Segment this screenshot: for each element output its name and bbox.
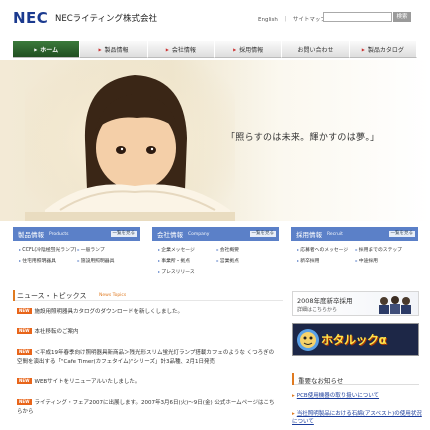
new-badge: NEW [17, 399, 32, 405]
new-badge: NEW [17, 308, 32, 314]
nav-label: 製品カタログ [367, 46, 404, 54]
search-input[interactable] [323, 12, 392, 22]
nav-contact[interactable]: お問い合わせ [282, 41, 350, 58]
arrow-icon: ▶ [165, 46, 169, 52]
products-panel: 製品情報 Products 一覧を見る CCFL(冷陰極蛍光ランプ) 一般ランプ… [13, 227, 140, 267]
news-header: ニュース・トピックス News Topics [13, 290, 283, 301]
util-divider: ｜ [282, 17, 289, 23]
site-header: NEC NECライティング株式会社 English ｜ サイトマップ 検索 [0, 0, 430, 36]
news-item[interactable]: NEW 施設用照明器具カタログのダウンロードを新しくしました。 [17, 308, 279, 317]
hero-banner: 「照らすのは未来。輝かすのは夢。」 [0, 60, 430, 221]
new-badge: NEW [17, 328, 32, 334]
nav-home[interactable]: ▶ ホーム [13, 41, 81, 58]
nav-products[interactable]: ▶ 製品情報 [80, 41, 148, 58]
products-sub: Products [49, 231, 69, 237]
recruit-list: 応募者へのメッセージ 採用までのステップ 新卒採用 中途採用 [291, 241, 418, 267]
news-text: ＜平成19年春季向け照明器具新商品＞残光形スリム蛍光灯ランプ搭載カフェのような … [17, 350, 275, 365]
hotaluck-logo: ホタルックα [321, 333, 387, 347]
products-item[interactable]: 住宅用照明器具 [19, 256, 78, 267]
recruit-2008-banner[interactable]: 2008年度新卒採用 詳細はこちらから [292, 291, 419, 316]
company-item[interactable]: 事業所・拠点 [158, 256, 217, 267]
new-badge: NEW [17, 378, 32, 384]
news-text: WEBサイトをリニューアルいたしました。 [34, 379, 141, 385]
bullet-icon: ▸ [292, 411, 295, 417]
company-item[interactable]: 企業メッセージ [158, 245, 217, 256]
products-header: 製品情報 Products 一覧を見る [13, 227, 140, 241]
company-item[interactable]: 営業拠点 [217, 256, 276, 267]
notice-link[interactable]: ▸ 当社照明製品における石綿(アスベスト)の使用状況について [292, 410, 422, 426]
products-item[interactable]: 一般ランプ [78, 245, 137, 256]
hotaluck-banner[interactable]: ホタルックα [292, 323, 419, 356]
recruit-panel: 採用情報 Recruit 一覧を見る 応募者へのメッセージ 採用までのステップ … [291, 227, 418, 267]
hero-tagline: 「照らすのは未来。輝かすのは夢。」 [226, 133, 380, 143]
notice-text: PCB使用機器の取り扱いについて [296, 393, 380, 399]
character-icon [297, 329, 319, 351]
company-list: 企業メッセージ 会社概要 事業所・拠点 営業拠点 プレスリリース [152, 241, 279, 278]
notice-link[interactable]: ▸ PCB使用機器の取り扱いについて [292, 392, 422, 400]
banner-recruit-sub: 詳細はこちらから [297, 307, 338, 313]
sitemap-link[interactable]: サイトマップ [293, 17, 326, 23]
arrow-icon: ▶ [98, 46, 102, 52]
english-link[interactable]: English [258, 17, 278, 23]
search-button[interactable]: 検索 [393, 12, 411, 22]
global-nav: ▶ ホーム ▶ 製品情報 ▶ 会社情報 ▶ 採用情報 お問い合わせ ▶ 製品カタログ [13, 41, 417, 58]
products-title: 製品情報 [18, 231, 44, 239]
recruit-item[interactable]: 新卒採用 [297, 256, 356, 267]
news-item[interactable]: NEW WEBサイトをリニューアルいたしました。 [17, 378, 279, 387]
bullet-icon: ▸ [292, 393, 295, 399]
company-more-link[interactable]: 一覧を見る [249, 231, 276, 237]
company-panel: 会社情報 Company 一覧を見る 企業メッセージ 会社概要 事業所・拠点 営… [152, 227, 279, 278]
products-item[interactable]: 施設用照明器具 [78, 256, 137, 267]
news-subtitle: News Topics [99, 293, 127, 298]
news-item[interactable]: NEW ライティング・フェア2007に出展します。2007年3月6日(火)～9日(… [17, 399, 279, 417]
girl-photo [25, 60, 235, 221]
recruit-item[interactable]: 採用までのステップ [356, 245, 415, 256]
arrow-icon: ▶ [361, 46, 365, 52]
company-header: 会社情報 Company 一覧を見る [152, 227, 279, 241]
nav-label: 製品情報 [104, 46, 129, 54]
nav-label: ホーム [40, 46, 59, 54]
nec-logo[interactable]: NEC [13, 9, 48, 27]
news-accent-bar [13, 290, 15, 301]
recruit-sub: Recruit [327, 231, 343, 237]
notice-accent-bar [292, 373, 294, 385]
company-item[interactable]: 会社概要 [217, 245, 276, 256]
people-photo [379, 296, 411, 314]
notice-header: 重要なお知らせ [292, 373, 419, 385]
company-title: 会社情報 [157, 231, 183, 239]
news-text: 本社移転のご案内 [34, 329, 79, 335]
utility-links: English ｜ サイトマップ [258, 15, 329, 23]
products-list: CCFL(冷陰極蛍光ランプ) 一般ランプ 住宅用照明器具 施設用照明器具 [13, 241, 140, 267]
nav-recruit[interactable]: ▶ 採用情報 [214, 41, 283, 58]
new-badge: NEW [17, 349, 32, 355]
products-item[interactable]: CCFL(冷陰極蛍光ランプ) [19, 245, 78, 256]
arrow-icon: ▶ [233, 46, 237, 52]
notice-text: 当社照明製品における石綿(アスベスト)の使用状況について [292, 411, 422, 425]
nav-label: 採用情報 [239, 46, 264, 54]
banner-recruit-title: 2008年度新卒採用 [297, 297, 353, 305]
news-text: 施設用照明器具カタログのダウンロードを新しくしました。 [34, 309, 184, 315]
company-name: NECライティング株式会社 [55, 14, 157, 24]
recruit-header: 採用情報 Recruit 一覧を見る [291, 227, 418, 241]
arrow-icon: ▶ [34, 46, 38, 52]
nav-label: 会社情報 [171, 46, 196, 54]
nav-label: お問い合わせ [297, 46, 334, 54]
news-item[interactable]: NEW ＜平成19年春季向け照明器具新商品＞残光形スリム蛍光灯ランプ搭載カフェのよ… [17, 349, 279, 367]
news-text: ライティング・フェア2007に出展します。2007年3月6日(火)～9日(金) … [17, 400, 275, 415]
notice-title: 重要なお知らせ [298, 377, 344, 385]
recruit-item[interactable]: 中途採用 [356, 256, 415, 267]
company-sub: Company [188, 231, 210, 237]
news-item[interactable]: NEW 本社移転のご案内 [17, 328, 279, 337]
nav-catalog[interactable]: ▶ 製品カタログ [349, 41, 417, 58]
company-item[interactable]: プレスリリース [158, 267, 217, 278]
recruit-item[interactable]: 応募者へのメッセージ [297, 245, 356, 256]
nav-company[interactable]: ▶ 会社情報 [147, 41, 215, 58]
news-title: ニュース・トピックス [17, 292, 87, 300]
recruit-more-link[interactable]: 一覧を見る [388, 231, 415, 237]
products-more-link[interactable]: 一覧を見る [110, 231, 137, 237]
recruit-title: 採用情報 [296, 231, 322, 239]
